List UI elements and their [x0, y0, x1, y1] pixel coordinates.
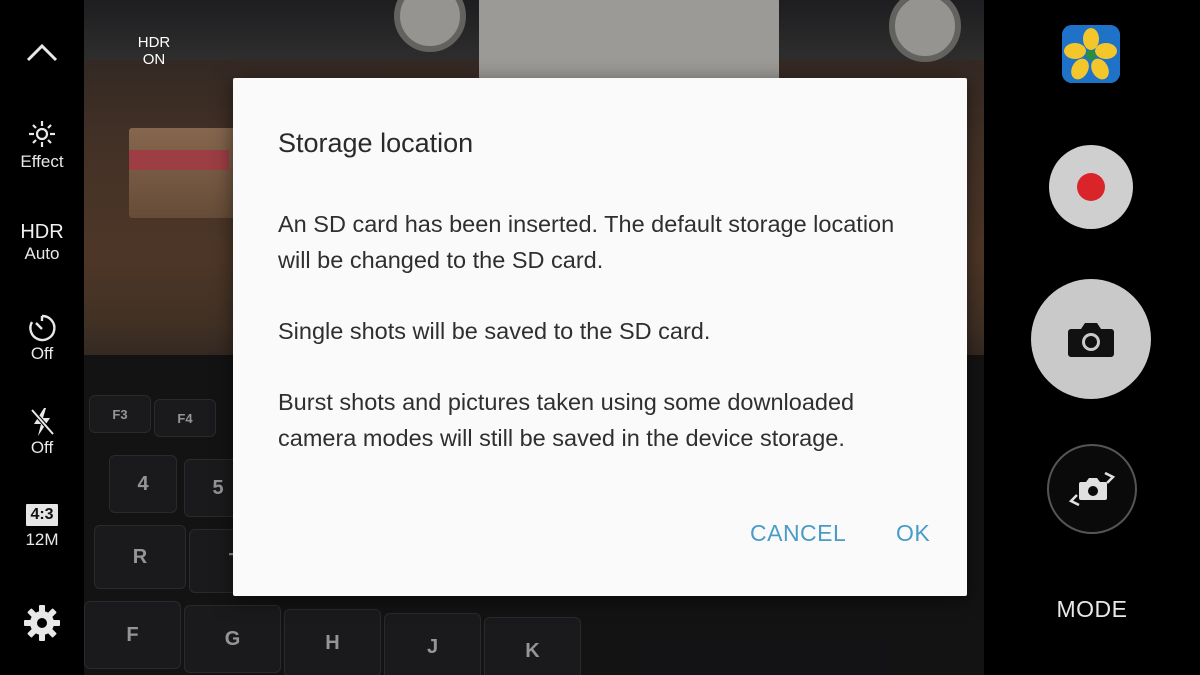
magic-wand-icon [29, 121, 55, 147]
hdr-indicator-line2: ON [142, 51, 166, 68]
aspect-ratio-badge: 4:3 [26, 504, 58, 526]
hdr-on-indicator: HDR ON [134, 34, 174, 68]
hdr-value: Auto [24, 244, 60, 263]
timer-value: Off [30, 344, 54, 363]
effect-label: Effect [20, 152, 64, 171]
flash-off-icon [30, 408, 55, 436]
shutter-button[interactable] [1031, 279, 1151, 399]
flash-button[interactable]: Off [0, 406, 84, 458]
left-settings-bar: Effect HDR Auto Off Off 4:3 12M [0, 0, 84, 675]
collapse-chevron-button[interactable] [0, 36, 84, 66]
dialog-message-single-shots: Single shots will be saved to the SD car… [278, 318, 711, 344]
cancel-button[interactable]: CANCEL [750, 520, 846, 547]
switch-camera-button[interactable] [1047, 444, 1137, 534]
hdr-label: HDR [20, 221, 64, 243]
record-video-button[interactable] [1049, 145, 1133, 229]
record-dot-icon [1077, 173, 1105, 201]
dialog-title: Storage location [278, 128, 474, 158]
mode-button[interactable]: MODE [1024, 596, 1160, 623]
dialog-message-burst-shots: Burst shots and pictures taken using som… [278, 389, 855, 451]
right-capture-bar: MODE [984, 0, 1200, 675]
chevron-up-icon [26, 43, 58, 62]
ok-button[interactable]: OK [896, 520, 930, 547]
effect-button[interactable]: Effect [0, 118, 84, 172]
hdr-indicator-line1: HDR [137, 34, 171, 51]
camera-icon [1068, 323, 1114, 357]
hdr-button[interactable]: HDR Auto [0, 220, 84, 264]
dialog-message-sd-inserted: An SD card has been inserted. The defaul… [278, 211, 895, 273]
timer-button[interactable]: Off [0, 312, 84, 364]
gallery-flower-icon [1062, 25, 1120, 83]
timer-icon [29, 314, 56, 342]
resolution-label: 12M [25, 530, 59, 549]
settings-button[interactable] [0, 603, 84, 643]
picture-size-button[interactable]: 4:3 12M [0, 504, 84, 550]
flash-value: Off [30, 438, 54, 457]
storage-location-dialog: Storage location An SD card has been ins… [233, 78, 967, 596]
gallery-thumbnail-button[interactable] [1062, 25, 1120, 83]
gear-icon [24, 605, 60, 641]
camera-switch-icon [1068, 471, 1116, 507]
